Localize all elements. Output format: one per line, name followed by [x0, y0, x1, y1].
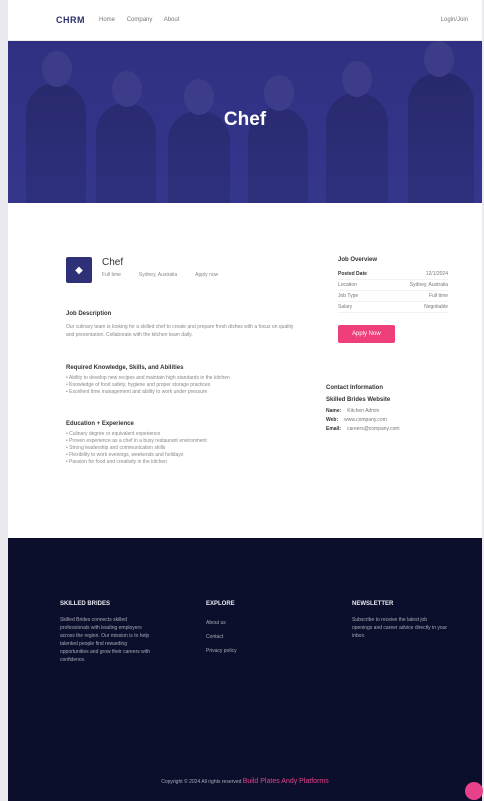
brand-link[interactable]: Build Plates Andy Platforms	[243, 778, 329, 785]
footer-newsletter-text: Subscribe to receive the latest job open…	[352, 617, 448, 639]
copyright-bar: Copyright © 2024 All rights reserved Bui…	[8, 778, 482, 785]
job-location: Sydney, Australia	[138, 272, 178, 278]
overview-row: Location Sydney, Australia	[338, 280, 448, 291]
list-item: Passion for food and creativity in the k…	[66, 459, 296, 466]
footer-explore-title: EXPLORE	[206, 601, 235, 607]
list-item: Knowledge of food safety, hygiene and pr…	[66, 382, 296, 389]
footer-explore: EXPLORE About us Contact Privacy policy	[206, 600, 296, 658]
overview-row: Posted Date 12/1/2024	[338, 269, 448, 280]
description-heading: Job Description	[66, 311, 112, 317]
contact-company: Skilled Brides Website	[326, 397, 391, 403]
hero-banner: Chef	[8, 41, 482, 203]
competencies-list: Culinary degree or equivalent experience…	[66, 431, 296, 466]
nav-link-home[interactable]: Home	[99, 17, 115, 23]
job-subtitle: Full time Sydney, Australia Apply now	[102, 272, 218, 278]
nav-link-company[interactable]: Company	[127, 17, 153, 23]
chat-bubble-icon[interactable]	[465, 782, 483, 800]
list-item: Flexibility to work evenings, weekends a…	[66, 452, 296, 459]
page: CHRM Home Company About Login/Join Chef …	[8, 0, 482, 801]
footer-link[interactable]: About us	[206, 616, 296, 630]
site-footer: SKILLED BRIDES Skilled Brides connects s…	[8, 538, 482, 801]
list-item: Excellent time management and ability to…	[66, 389, 296, 396]
footer-about: SKILLED BRIDES Skilled Brides connects s…	[60, 600, 152, 664]
contact-heading: Contact Information	[326, 385, 383, 391]
overview-row: Job Type Full time	[338, 291, 448, 302]
list-item: Strong leadership and communication skil…	[66, 445, 296, 452]
apply-now-button[interactable]: Apply Now	[338, 325, 395, 343]
skills-list: Ability to develop new recipes and maint…	[66, 375, 296, 396]
contact-row: Name: Kitchen Admin	[326, 408, 380, 414]
site-logo[interactable]: CHRM	[56, 15, 85, 25]
list-item: Ability to develop new recipes and maint…	[66, 375, 296, 382]
job-title: Chef	[102, 257, 124, 268]
contact-row: Email: careers@company.com	[326, 426, 400, 432]
job-apply-link[interactable]: Apply now	[195, 272, 218, 278]
footer-link[interactable]: Privacy policy	[206, 644, 296, 658]
description-text: Our culinary team is looking for a skill…	[66, 324, 294, 338]
main-nav: Home Company About	[99, 17, 189, 23]
copyright-text: Copyright © 2024 All rights reserved	[161, 779, 242, 785]
list-item: Proven experience as a chef in a busy re…	[66, 438, 296, 445]
footer-about-title: SKILLED BRIDES	[60, 601, 111, 607]
footer-newsletter-title: NEWSLETTER	[352, 601, 394, 607]
login-link[interactable]: Login/Join	[441, 17, 468, 23]
job-overview-card: Job Overview Posted Date 12/1/2024 Locati…	[338, 257, 448, 343]
footer-link[interactable]: Contact	[206, 630, 296, 644]
contact-info: Contact Information Skilled Brides Websi…	[326, 385, 456, 434]
page-title: Chef	[223, 109, 267, 130]
top-navigation: CHRM Home Company About Login/Join	[8, 0, 482, 41]
competencies-heading: Education + Experience	[66, 421, 134, 427]
skills-heading: Required Knowledge, Skills, and Abilitie…	[66, 365, 184, 371]
company-logo-icon: ◆	[66, 257, 92, 283]
job-content: ◆ Chef Full time Sydney, Australia Apply…	[8, 203, 482, 537]
job-type: Full time	[102, 272, 121, 278]
overview-heading: Job Overview	[338, 257, 378, 263]
list-item: Culinary degree or equivalent experience	[66, 431, 296, 438]
job-header: ◆ Chef Full time Sydney, Australia Apply…	[66, 257, 218, 283]
contact-row: Web: www.company.com	[326, 417, 387, 423]
overview-row: Salary Negotiable	[338, 302, 448, 313]
footer-newsletter: NEWSLETTER Subscribe to receive the late…	[352, 600, 448, 640]
nav-link-about[interactable]: About	[164, 17, 180, 23]
footer-about-text: Skilled Brides connects skilled professi…	[60, 617, 151, 663]
